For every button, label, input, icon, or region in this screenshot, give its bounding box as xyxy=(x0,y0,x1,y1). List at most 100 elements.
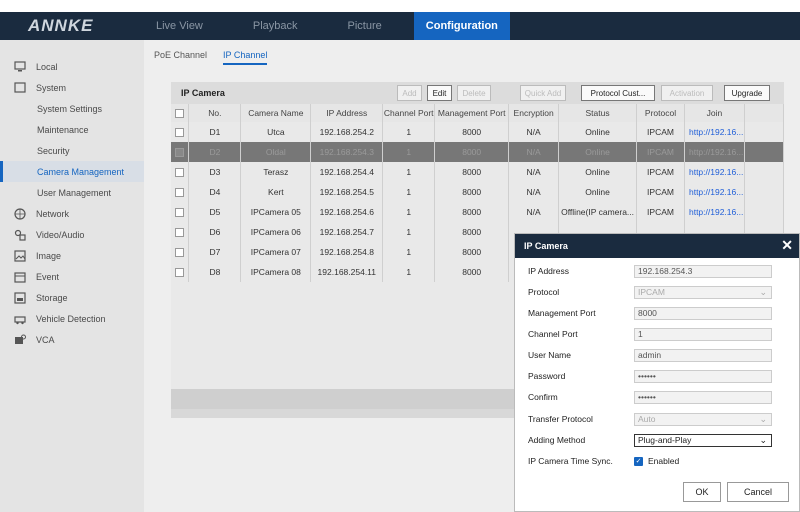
row-checkbox[interactable] xyxy=(175,207,185,217)
table-cell-ch: 1 xyxy=(382,162,436,182)
table-cell-join[interactable]: http://192.16... xyxy=(684,182,745,202)
sidebar-item-image[interactable]: Image xyxy=(0,245,144,266)
sidebar-item-label: System Settings xyxy=(37,103,103,114)
sidebar-item-maintenance[interactable]: Maintenance xyxy=(0,119,144,140)
sidebar-item-local[interactable]: Local xyxy=(0,56,144,77)
table-cell-ip: 192.168.254.8 xyxy=(310,242,384,262)
sidebar-item-system[interactable]: System xyxy=(0,77,144,98)
table-row[interactable]: D5 IPCamera 05 192.168.254.6 1 8000 N/A Offlin… xyxy=(171,202,785,222)
table-cell-join[interactable]: http://192.16... xyxy=(684,162,745,182)
sidebar-item-camera-management[interactable]: Camera Management xyxy=(0,161,144,182)
row-checkbox[interactable] xyxy=(175,267,185,277)
protocol-button[interactable]: Protocol Cust... xyxy=(581,85,655,101)
row-checkbox[interactable] xyxy=(175,247,185,257)
nav-playback[interactable]: Playback xyxy=(241,12,310,40)
table-cell-ch: 1 xyxy=(382,142,436,162)
row-checkbox[interactable] xyxy=(175,147,185,157)
table-cell-ip: 192.168.254.5 xyxy=(310,182,384,202)
table-cell-no: D6 xyxy=(188,222,242,242)
text-field[interactable]: 1 xyxy=(634,327,772,341)
tab-ip-channel[interactable]: IP Channel xyxy=(223,50,268,65)
sidebar-item-system-settings[interactable]: System Settings xyxy=(0,98,144,119)
row-select-cell[interactable] xyxy=(171,222,190,242)
password-field[interactable]: •••••• xyxy=(634,369,772,383)
table-row[interactable]: D3 Terasz 192.168.254.4 1 8000 N/A Online IPCAM… xyxy=(171,162,785,182)
table-cell-status: Online xyxy=(558,142,638,162)
sidebar-item-vca[interactable]: VCA xyxy=(0,329,144,350)
edit-button[interactable]: Edit xyxy=(427,85,452,101)
row-select-cell[interactable] xyxy=(171,142,190,162)
row-checkbox[interactable] xyxy=(175,127,185,137)
table-cell-join[interactable]: http://192.16... xyxy=(684,142,745,162)
password-field[interactable]: •••••• xyxy=(634,390,772,404)
table-cell-mp: 8000 xyxy=(434,162,510,182)
table-cell-no: D3 xyxy=(188,162,242,182)
activation-button[interactable]: Activation xyxy=(661,85,713,101)
column-header: Encryption xyxy=(508,104,560,122)
row-select-cell[interactable] xyxy=(171,202,190,222)
time-sync-row: IP Camera Time Sync. ✓ Enabled xyxy=(528,454,788,468)
delete-button[interactable]: Delete xyxy=(457,85,491,101)
column-header: Camera Name xyxy=(240,104,312,122)
select-all-checkbox[interactable] xyxy=(175,108,185,118)
field-select[interactable]: Plug-and-Play ⌄ xyxy=(634,433,772,447)
row-select-cell[interactable] xyxy=(171,242,190,262)
time-sync-checkbox[interactable]: ✓ xyxy=(634,456,643,466)
text-field[interactable]: 192.168.254.3 xyxy=(634,264,772,278)
row-select-cell[interactable] xyxy=(171,262,190,282)
video-audio-icon xyxy=(14,229,26,241)
tab-poe-channel[interactable]: PoE Channel xyxy=(154,50,207,65)
table-cell-join[interactable]: http://192.16... xyxy=(684,122,745,142)
sidebar-item-label: Local xyxy=(36,61,58,72)
table-cell-status: Online xyxy=(558,162,638,182)
table-cell-mp: 8000 xyxy=(434,242,510,262)
table-cell-ip: 192.168.254.3 xyxy=(310,142,384,162)
table-cell-proto: IPCAM xyxy=(636,142,685,162)
table-cell-extra xyxy=(744,142,785,162)
vehicle-detection-icon xyxy=(14,313,26,325)
sidebar-item-vehicle-detection[interactable]: Vehicle Detection xyxy=(0,308,144,329)
ok-button[interactable]: OK xyxy=(683,482,721,502)
table-cell-ip: 192.168.254.6 xyxy=(310,202,384,222)
ip-camera-dialog: IP Camera ✕ IP Address 192.168.254.3 Proto… xyxy=(514,233,800,512)
table-cell-mp: 8000 xyxy=(434,122,510,142)
dialog-field-row: Adding Method Plug-and-Play ⌄ xyxy=(528,433,788,447)
time-sync-value: Enabled xyxy=(648,456,680,466)
sidebar-item-security[interactable]: Security xyxy=(0,140,144,161)
sidebar-item-label: Image xyxy=(36,250,62,261)
nav-configuration[interactable]: Configuration xyxy=(413,12,510,40)
row-checkbox[interactable] xyxy=(175,227,185,237)
sidebar-item-label: Event xyxy=(36,271,60,282)
table-cell-status: Online xyxy=(558,182,638,202)
close-icon[interactable]: ✕ xyxy=(781,237,793,254)
nav-live-view[interactable]: Live View xyxy=(144,12,215,40)
sidebar-item-label: Video/Audio xyxy=(36,229,85,240)
upgrade-button[interactable]: Upgrade xyxy=(724,85,770,101)
table-row[interactable]: D4 Kert 192.168.254.5 1 8000 N/A Online IPCAM ht… xyxy=(171,182,785,202)
add-button[interactable]: Add xyxy=(397,85,422,101)
field-select[interactable]: Auto ⌄ xyxy=(634,412,772,426)
table-cell-ch: 1 xyxy=(382,262,436,282)
row-select-cell[interactable] xyxy=(171,182,190,202)
row-select-cell[interactable] xyxy=(171,122,190,142)
table-cell-name: Oldal xyxy=(240,142,312,162)
sidebar-item-user-management[interactable]: User Management xyxy=(0,182,144,203)
text-field[interactable]: admin xyxy=(634,348,772,362)
table-cell-ip: 192.168.254.7 xyxy=(310,222,384,242)
sidebar-item-network[interactable]: Network xyxy=(0,203,144,224)
cancel-button[interactable]: Cancel xyxy=(727,482,789,502)
text-field[interactable]: 8000 xyxy=(634,306,772,320)
row-select-cell[interactable] xyxy=(171,162,190,182)
quick-add-button[interactable]: Quick Add xyxy=(520,85,566,101)
table-row[interactable]: D2 Oldal 192.168.254.3 1 8000 N/A Online IPCAM h… xyxy=(171,142,785,162)
row-checkbox[interactable] xyxy=(175,167,185,177)
select-all-cell[interactable] xyxy=(171,104,190,122)
sidebar-item-event[interactable]: Event xyxy=(0,266,144,287)
nav-picture[interactable]: Picture xyxy=(336,12,394,40)
field-select[interactable]: IPCAM ⌄ xyxy=(634,285,772,299)
row-checkbox[interactable] xyxy=(175,187,185,197)
table-cell-join[interactable]: http://192.16... xyxy=(684,202,745,222)
sidebar-item-video-audio[interactable]: Video/Audio xyxy=(0,224,144,245)
table-row[interactable]: D1 Utca 192.168.254.2 1 8000 N/A Online IPCAM ht… xyxy=(171,122,785,142)
sidebar-item-storage[interactable]: Storage xyxy=(0,287,144,308)
